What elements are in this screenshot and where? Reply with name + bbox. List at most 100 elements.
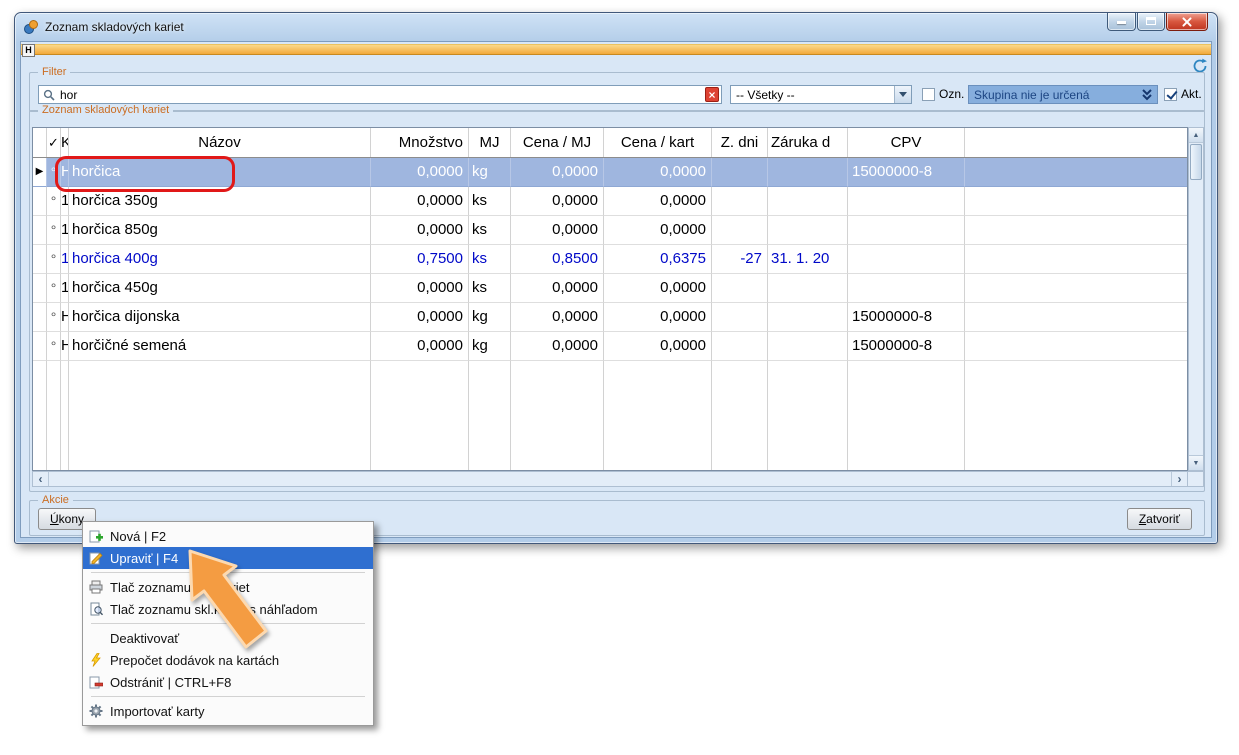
cell-name: horčičné semená [69,332,371,361]
group-filter-button[interactable]: Skupina nie je určená [968,85,1158,104]
page: Zoznam skladových kariet H Filter [0,0,1239,755]
type-dropdown[interactable]: -- Všetky -- [730,85,912,104]
header-name[interactable]: Názov [69,128,371,157]
dropdown-button[interactable] [894,86,911,103]
scroll-down-button[interactable]: ▼ [1189,455,1203,470]
cell-name: horčica 850g [69,216,371,245]
cell-filler [965,216,1187,245]
cell-unit: kg [469,303,511,332]
cell-price-unit: 0,0000 [511,158,604,187]
cell-filler [469,361,511,470]
vertical-scrollbar[interactable]: ▲ ▼ [1188,127,1204,471]
cell-warranty [768,187,848,216]
menu-item-recalc[interactable]: Prepočet dodávok na kartách [83,649,373,671]
scroll-left-button[interactable]: ‹ [33,472,49,486]
close-button[interactable] [1166,13,1208,31]
filter-group-label: Filter [38,66,70,78]
header-code[interactable]: K [61,128,69,157]
ozn-checkbox[interactable]: Ozn. [922,87,964,101]
minimize-button[interactable] [1107,13,1136,31]
cell-price-pack: 0,0000 [604,303,712,332]
header-price-pack[interactable]: Cena / kart [604,128,712,157]
vertical-scroll-thumb[interactable] [1190,144,1202,180]
cell-filler [965,274,1187,303]
zatvorit-button[interactable]: Zatvoriť [1127,508,1192,530]
cell-cpv [848,245,965,274]
scroll-up-button[interactable]: ▲ [1189,128,1203,143]
cell-filler [965,361,1187,470]
cell-qty: 0,0000 [371,274,469,303]
table-header: ✓ K Názov Množstvo MJ Cena / MJ Cena / k… [33,128,1187,158]
cell-warranty [768,303,848,332]
cell-code: H [61,332,69,361]
cell-price-unit: 0,0000 [511,274,604,303]
cell-price-pack: 0,0000 [604,274,712,303]
cell-code: 1 [61,245,69,274]
menu-item-label: Importovať karty [110,704,204,719]
header-warranty[interactable]: Záruka d [768,128,848,157]
menu-item-import[interactable]: Importovať karty [83,700,373,722]
horizontal-scrollbar[interactable]: ‹ › [32,471,1188,487]
ukony-rest: kony [59,512,84,526]
zatvorit-rest: atvoriť [1146,512,1180,526]
header-qty[interactable]: Množstvo [371,128,469,157]
cell-qty: 0,0000 [371,158,469,187]
row-indicator [33,274,47,303]
cell-z-days: -27 [712,245,768,274]
table-row[interactable]: ° H horčica dijonska 0,0000 kg 0,0000 0,… [33,303,1187,332]
record-marker: ° [47,187,61,216]
akt-checkbox-box [1164,88,1177,101]
h-badge[interactable]: H [22,44,35,57]
menu-item-new[interactable]: Nová | F2 [83,525,373,547]
cell-z-days [712,332,768,361]
cell-z-days [712,274,768,303]
cell-price-pack: 0,0000 [604,158,712,187]
annotation-highlight [55,156,235,192]
menu-item-label: Nová | F2 [110,529,166,544]
minimize-icon [1117,21,1126,24]
chevron-down-icon [899,92,907,97]
cell-unit: kg [469,158,511,187]
header-check[interactable]: ✓ [47,128,61,157]
cell-price-pack: 0,0000 [604,332,712,361]
cell-price-unit: 0,8500 [511,245,604,274]
table-row[interactable]: ° 1 horčica 450g 0,0000 ks 0,0000 0,0000 [33,274,1187,303]
print-icon [88,579,104,595]
cell-warranty [768,216,848,245]
cell-filler [371,361,469,470]
header-price-unit[interactable]: Cena / MJ [511,128,604,157]
maximize-button[interactable] [1137,13,1165,31]
cell-cpv: 15000000-8 [848,332,965,361]
akt-checkbox-label: Akt. [1181,87,1202,101]
print-preview-icon [88,601,104,617]
cell-warranty [768,158,848,187]
header-z-days[interactable]: Z. dni [712,128,768,157]
cell-filler [33,361,47,470]
row-indicator [33,187,47,216]
row-indicator [33,332,47,361]
table-row[interactable]: ° H horčičné semená 0,0000 kg 0,0000 0,0… [33,332,1187,361]
header-unit[interactable]: MJ [469,128,511,157]
akt-checkbox[interactable]: Akt. [1164,87,1202,101]
table-row[interactable]: ° 1 horčica 850g 0,0000 ks 0,0000 0,0000 [33,216,1187,245]
cell-filler [965,332,1187,361]
cell-filler [47,361,61,470]
record-marker: ° [47,332,61,361]
search-input[interactable]: hor [38,85,722,104]
cell-unit: ks [469,216,511,245]
header-cpv[interactable]: CPV [848,128,965,157]
table-row[interactable]: ° 1 horčica 400g 0,7500 ks 0,8500 0,6375… [33,245,1187,274]
cursor-arrow [176,547,271,652]
clear-search-button[interactable] [705,87,719,102]
cell-cpv [848,187,965,216]
app-icon [23,19,39,35]
scroll-right-button[interactable]: › [1171,472,1187,486]
table-empty-area [33,361,1187,470]
cell-filler [965,303,1187,332]
cell-unit: ks [469,187,511,216]
cell-unit: ks [469,274,511,303]
menu-item-delete[interactable]: Odstrániť | CTRL+F8 [83,671,373,693]
row-indicator [33,245,47,274]
maximize-icon [1146,17,1156,25]
menu-item-label: Prepočet dodávok na kartách [110,653,279,668]
